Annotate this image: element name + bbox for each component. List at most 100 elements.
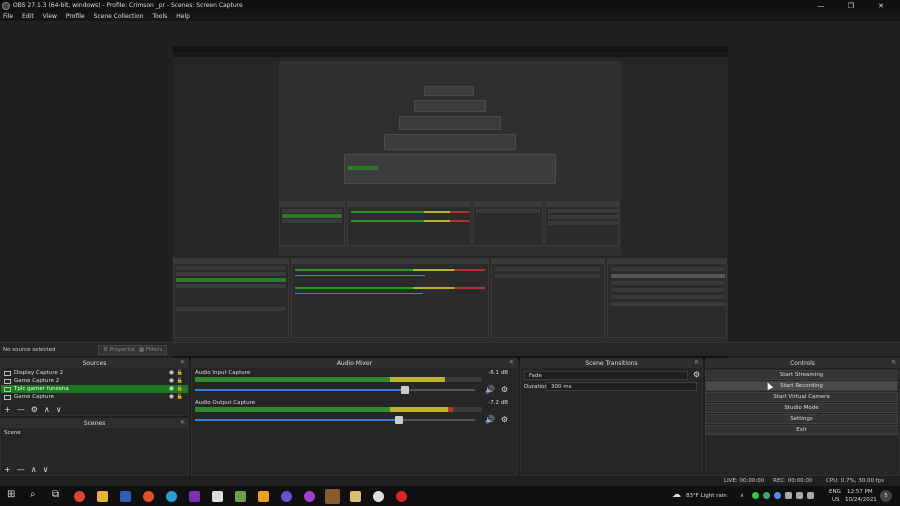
visibility-eye-icon[interactable]: ◉ (169, 385, 174, 393)
source-item[interactable]: Game Capture 2 ◉ 🔓 (1, 377, 188, 385)
add-source-button[interactable]: + (4, 405, 11, 415)
app-icon[interactable] (350, 491, 361, 502)
source-item[interactable]: Game Capture ◉ 🔓 (1, 393, 188, 401)
tray-app-icon[interactable] (752, 492, 759, 499)
volume-slider[interactable] (195, 386, 475, 394)
dock-float-icon[interactable]: ⇱ (181, 420, 185, 426)
edge-icon[interactable] (166, 491, 177, 502)
captured-screen-level-3 (344, 66, 556, 196)
dock-float-icon[interactable]: ⇱ (181, 360, 185, 366)
duration-spinbox[interactable]: 300 ms (546, 382, 697, 391)
no-source-label: No source selected (3, 347, 56, 353)
audio-mixer-title: Audio Mixer (192, 359, 517, 368)
gear-icon[interactable]: ⚙ (501, 415, 508, 424)
task-view-icon[interactable]: ⧉ (52, 489, 59, 500)
windows-taskbar: ⊞ ⌕ ⧉ ☁ 83°F Light rain ∧ ENG US 12:57 P… (0, 486, 900, 506)
track-db-readout: -7.2 dB (488, 400, 508, 406)
gear-icon[interactable]: ⚙ (501, 385, 508, 394)
monitor-icon (4, 370, 11, 376)
menu-view[interactable]: View (43, 13, 57, 20)
network-icon[interactable] (785, 492, 792, 499)
captured-transitions-dock (491, 258, 605, 338)
tray-app-icon[interactable] (774, 492, 781, 499)
obs-taskbar-icon[interactable] (325, 489, 340, 504)
start-streaming-button[interactable]: Start Streaming (705, 370, 898, 380)
filters-button[interactable]: ▦ Filters (134, 345, 168, 355)
minimize-button[interactable]: — (806, 0, 836, 11)
volume-slider-handle[interactable] (395, 416, 404, 424)
source-settings-button[interactable]: ⚙ (31, 405, 38, 415)
visibility-eye-icon[interactable]: ◉ (169, 377, 174, 385)
speaker-icon[interactable]: 🔊 (485, 415, 495, 424)
rec-status: REC: 00:00:00 (773, 478, 813, 484)
word-icon[interactable] (120, 491, 131, 502)
app-icon[interactable] (143, 491, 154, 502)
dock-float-icon[interactable]: ⇱ (510, 360, 514, 366)
app-icon[interactable] (258, 491, 269, 502)
region-label[interactable]: US (832, 497, 840, 503)
menu-tools[interactable]: Tools (152, 13, 167, 20)
start-recording-button[interactable]: Start Recording (705, 381, 898, 391)
minecraft-icon[interactable] (235, 491, 246, 502)
menu-bar: File Edit View Profile Scene Collection … (0, 11, 900, 21)
studio-mode-button[interactable]: Studio Mode (705, 403, 898, 413)
lock-icon[interactable]: 🔓 (177, 369, 183, 377)
preview-canvas[interactable] (0, 21, 900, 360)
clock-time[interactable]: 12:57 PM (847, 489, 873, 495)
onenote-icon[interactable] (189, 491, 200, 502)
close-button[interactable]: ✕ (866, 0, 896, 11)
add-scene-button[interactable]: + (4, 465, 11, 475)
battery-icon[interactable] (796, 492, 803, 499)
speaker-icon[interactable]: 🔊 (485, 385, 495, 394)
menu-scene-collection[interactable]: Scene Collection (94, 13, 144, 20)
audio-mixer-dock: Audio Mixer ⇱ Audio Input Capture -6.1 d… (191, 358, 518, 476)
move-source-down-button[interactable]: ∨ (56, 405, 62, 415)
audio-meter (195, 377, 482, 382)
lock-icon[interactable]: 🔓 (177, 385, 183, 393)
start-virtual-camera-button[interactable]: Start Virtual Camera (705, 392, 898, 402)
menu-edit[interactable]: Edit (22, 13, 34, 20)
source-item[interactable]: Display Capture 2 ◉ 🔓 (1, 369, 188, 377)
app-icon[interactable] (281, 491, 292, 502)
weather-text[interactable]: 83°F Light rain (686, 493, 727, 499)
gear-icon[interactable]: ⚙ (693, 370, 700, 379)
volume-slider-handle[interactable] (401, 386, 409, 394)
dock-float-icon[interactable]: ⇱ (892, 360, 896, 366)
volume-slider[interactable] (195, 416, 475, 424)
move-scene-up-button[interactable]: ∧ (31, 465, 37, 475)
obs-icon[interactable] (373, 491, 384, 502)
move-source-up-button[interactable]: ∧ (44, 405, 50, 415)
dock-float-icon[interactable]: ⇱ (695, 360, 699, 366)
lock-icon[interactable]: 🔓 (177, 393, 183, 401)
volume-icon[interactable] (807, 492, 814, 499)
settings-button[interactable]: Settings (705, 414, 898, 424)
tray-app-icon[interactable] (763, 492, 770, 499)
maximize-button[interactable]: ❐ (836, 0, 866, 11)
lock-icon[interactable]: 🔓 (177, 377, 183, 385)
search-icon[interactable]: ⌕ (30, 489, 36, 500)
notification-badge[interactable]: 5 (880, 490, 892, 502)
menu-profile[interactable]: Profile (66, 13, 85, 20)
menu-help[interactable]: Help (176, 13, 190, 20)
source-item-selected[interactable]: Tplc gamer funsona ◉ 🔓 (1, 385, 188, 393)
visibility-eye-icon[interactable]: ◉ (169, 369, 174, 377)
menu-file[interactable]: File (3, 13, 13, 20)
remove-scene-button[interactable]: — (17, 465, 25, 475)
recording-app-icon[interactable] (396, 491, 407, 502)
remove-source-button[interactable]: — (17, 405, 25, 415)
move-scene-down-button[interactable]: ∨ (43, 465, 49, 475)
transition-select[interactable]: Fade (524, 371, 688, 380)
app-icon[interactable] (304, 491, 315, 502)
exit-button[interactable]: Exit (705, 425, 898, 435)
file-explorer-icon[interactable] (97, 491, 108, 502)
windows-start-icon[interactable]: ⊞ (7, 489, 15, 500)
clock-date[interactable]: 10/24/2021 (845, 497, 877, 503)
language-label[interactable]: ENG (829, 489, 841, 495)
tray-chevron-icon[interactable]: ∧ (740, 493, 744, 499)
visibility-eye-icon[interactable]: ◉ (169, 393, 174, 401)
scenes-dock: Scenes ⇱ Scene + — ∧ ∨ (0, 418, 189, 476)
chrome-icon[interactable] (74, 491, 85, 502)
track-db-readout: -6.1 dB (488, 370, 508, 376)
store-icon[interactable] (212, 491, 223, 502)
scene-item[interactable]: Scene (1, 429, 188, 437)
